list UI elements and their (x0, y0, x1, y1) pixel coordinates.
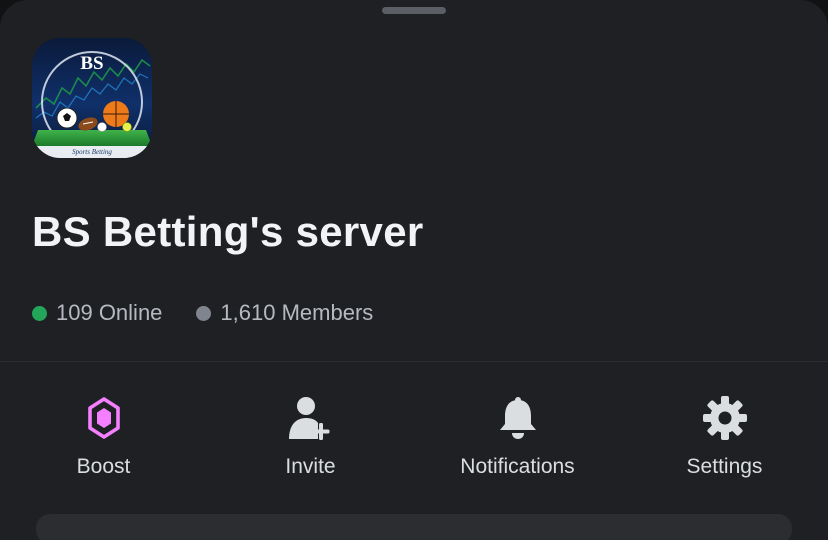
server-logo-text: BS (80, 53, 103, 74)
server-logo-image: BS Sports Betting (32, 38, 152, 158)
server-stats: 109 Online 1,610 Members (32, 300, 373, 326)
server-icon: BS Sports Betting (32, 38, 152, 158)
online-count: 109 Online (32, 300, 162, 326)
notifications-label: Notifications (460, 455, 575, 478)
bell-icon (492, 392, 544, 444)
online-status-dot (32, 305, 47, 321)
server-name: BS Betting's server (32, 208, 424, 255)
member-status-dot (196, 305, 212, 321)
drag-handle[interactable] (382, 7, 446, 14)
member-count-label: 1,610 Members (220, 300, 374, 325)
settings-label: Settings (686, 455, 763, 478)
add-user-icon (285, 392, 337, 444)
notifications-button[interactable]: Notifications (414, 392, 621, 492)
boost-label: Boost (76, 455, 131, 478)
member-count: 1,610 Members (196, 300, 373, 326)
bottom-card-edge (36, 514, 792, 540)
settings-button[interactable]: Settings (621, 392, 828, 492)
server-logo-banner: Sports Betting (72, 148, 112, 156)
invite-label: Invite (285, 455, 336, 478)
server-sheet: BS Sports Betting BS Betting's server 10… (0, 0, 828, 540)
divider (0, 361, 828, 362)
boost-gem-icon (78, 392, 130, 444)
server-actions: Boost Invite Notifications Settings (0, 392, 828, 492)
boost-button[interactable]: Boost (0, 392, 207, 492)
invite-button[interactable]: Invite (207, 392, 414, 492)
online-count-label: 109 Online (56, 300, 163, 325)
gear-icon (699, 392, 751, 444)
